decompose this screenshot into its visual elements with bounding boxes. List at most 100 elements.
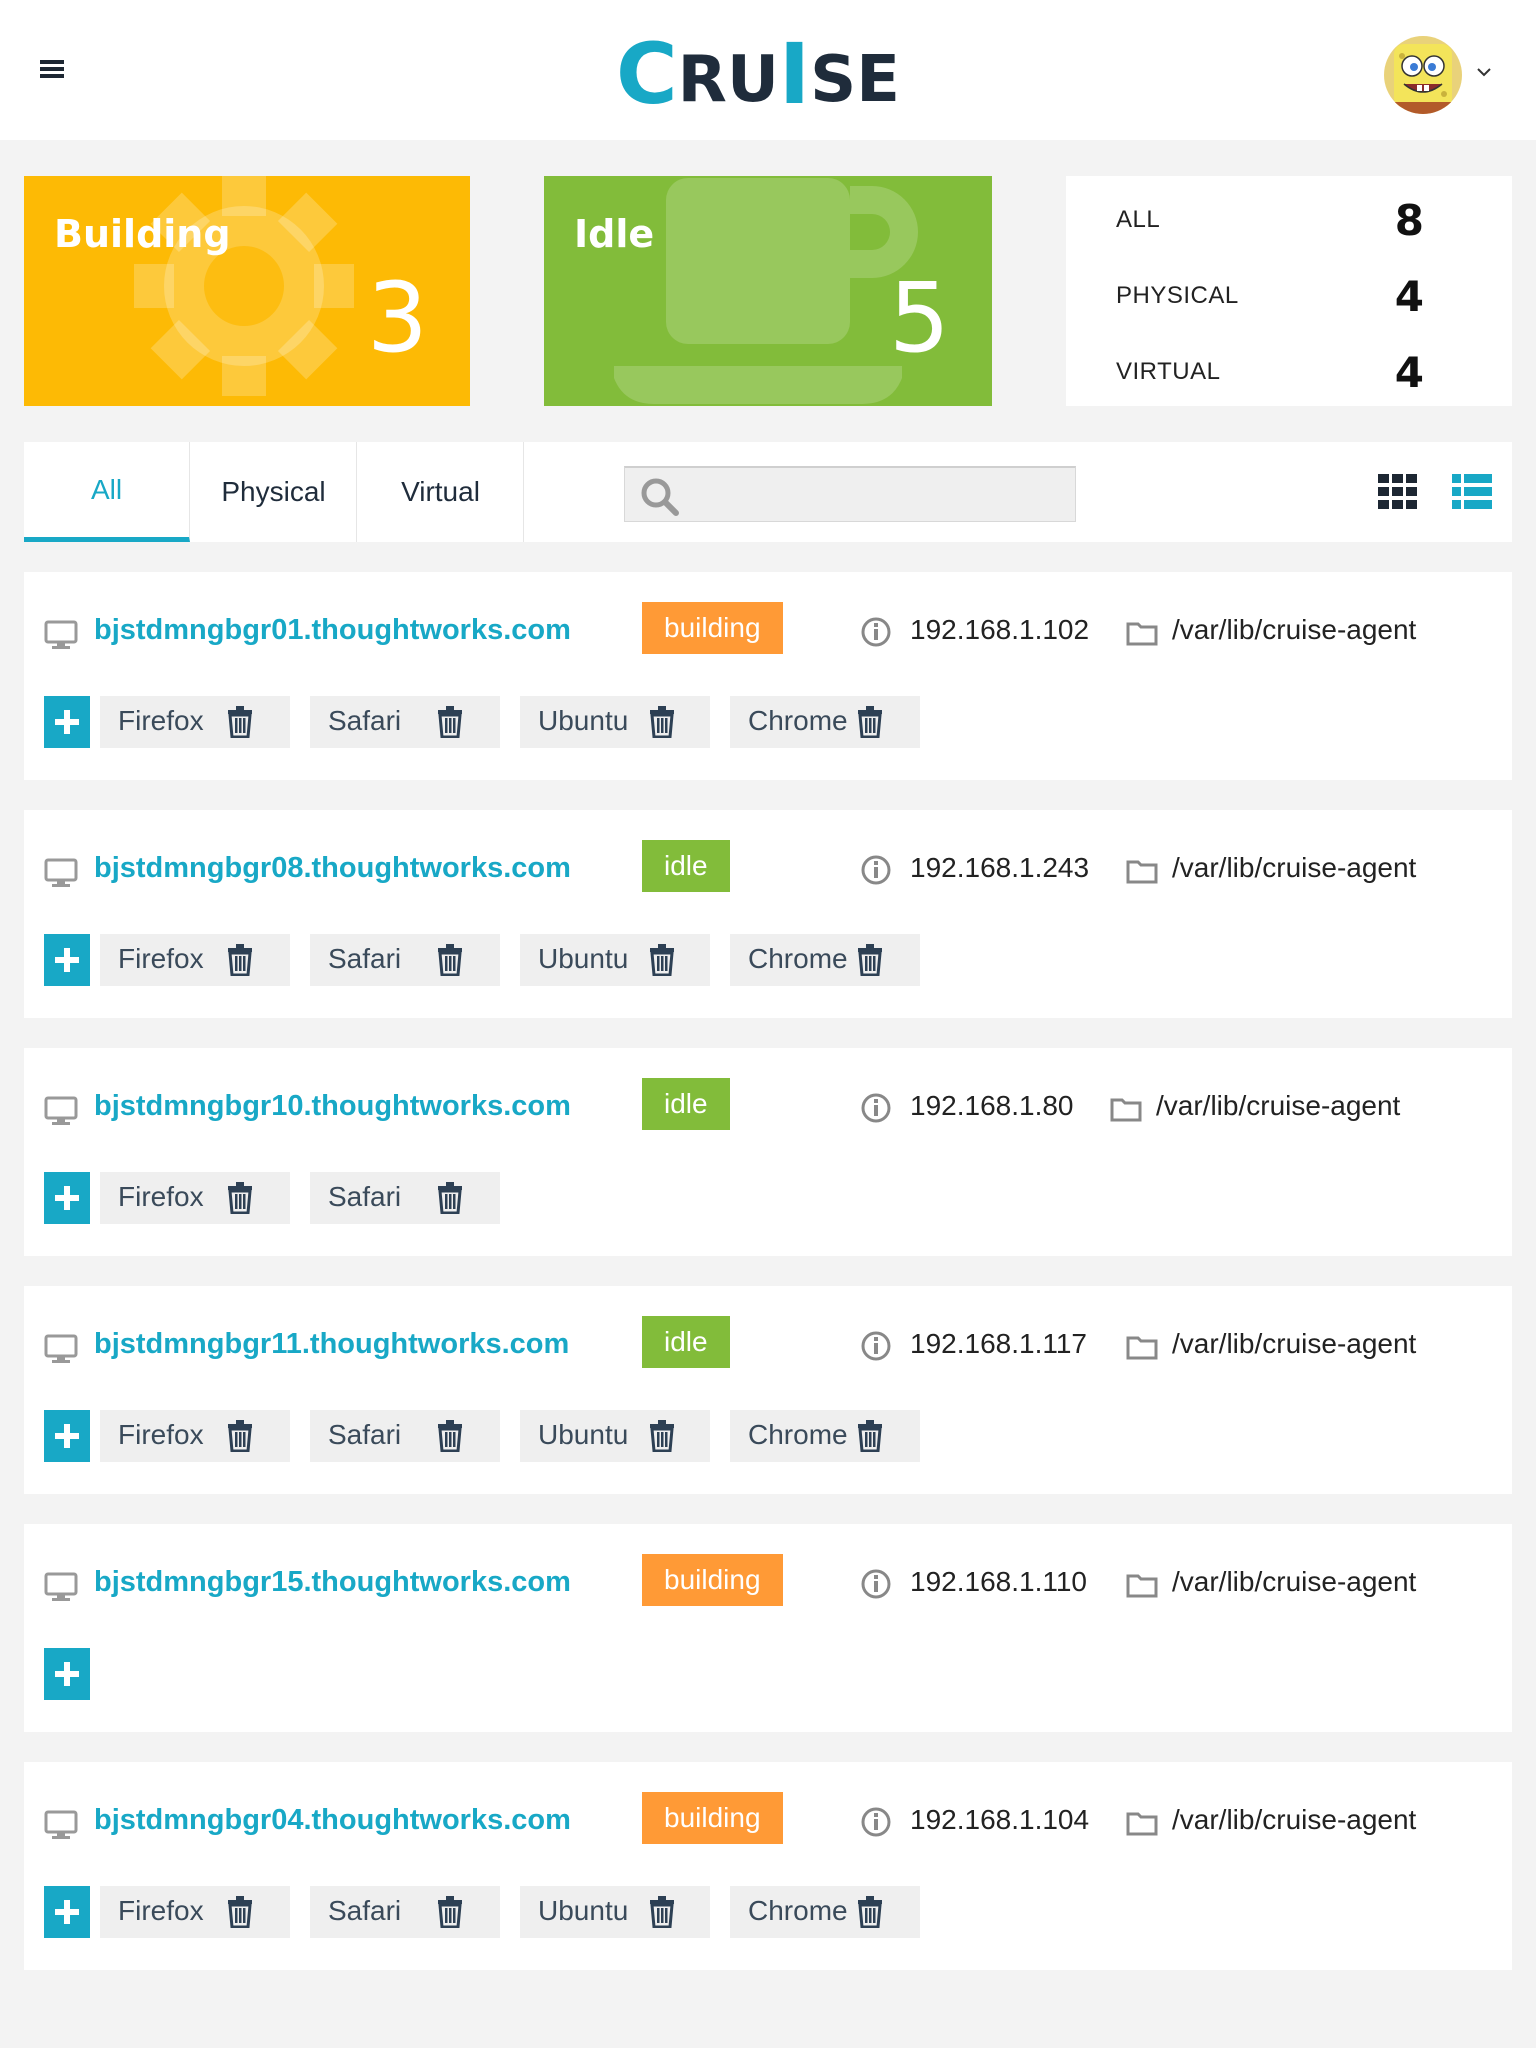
info-icon	[860, 1092, 892, 1128]
agent-hostname-link[interactable]: bjstdmngbgr04.thoughtworks.com	[94, 1804, 571, 1837]
trash-icon[interactable]	[226, 706, 254, 745]
resources-row: Firefox Safari Ubuntu Chrome	[44, 696, 1484, 748]
summary-value: 4	[1394, 272, 1424, 321]
resources-row: Firefox Safari	[44, 1172, 1484, 1224]
list-view-icon[interactable]	[1452, 474, 1492, 510]
folder-icon	[1110, 1096, 1142, 1126]
agent-hostname-link[interactable]: bjstdmngbgr08.thoughtworks.com	[94, 852, 571, 885]
info-icon	[860, 854, 892, 890]
building-label: Building	[54, 212, 231, 256]
resources-row: Firefox Safari Ubuntu Chrome	[44, 934, 1484, 986]
add-resource-button[interactable]	[44, 1172, 90, 1224]
summary-key: ALL	[1116, 206, 1161, 233]
logo-letters-ru: RU	[677, 43, 779, 117]
trash-icon[interactable]	[648, 1896, 676, 1935]
trash-icon[interactable]	[436, 944, 464, 983]
trash-icon[interactable]	[856, 1420, 884, 1459]
resource-label: Safari	[328, 1419, 402, 1450]
agent-card: bjstdmngbgr08.thoughtworks.com idle 192.16…	[24, 810, 1512, 1018]
tab-physical[interactable]: Physical	[191, 442, 357, 542]
status-badge: idle	[642, 1316, 730, 1368]
tab-virtual[interactable]: Virtual	[358, 442, 524, 542]
add-resource-button[interactable]	[44, 1410, 90, 1462]
agent-ip: 192.168.1.80	[910, 1090, 1074, 1121]
resource-label: Safari	[328, 943, 402, 974]
resource-tag: Firefox	[100, 1172, 290, 1224]
info-icon	[860, 1806, 892, 1842]
agent-card: bjstdmngbgr11.thoughtworks.com idle 192.16…	[24, 1286, 1512, 1494]
resource-tag: Firefox	[100, 1886, 290, 1938]
agent-card: bjstdmngbgr04.thoughtworks.com building 19…	[24, 1762, 1512, 1970]
agent-path: /var/lib/cruise-agent	[1172, 614, 1417, 645]
user-avatar[interactable]	[1384, 36, 1462, 114]
trash-icon[interactable]	[226, 1420, 254, 1459]
folder-icon	[1126, 1810, 1158, 1840]
resource-label: Safari	[328, 705, 402, 736]
trash-icon[interactable]	[436, 1896, 464, 1935]
resource-label: Ubuntu	[538, 1419, 629, 1450]
trash-icon[interactable]	[436, 1420, 464, 1459]
monitor-icon	[44, 620, 78, 654]
resource-label: Ubuntu	[538, 1895, 629, 1926]
chevron-down-icon[interactable]	[1476, 64, 1492, 80]
idle-count: 5	[888, 262, 950, 374]
grid-view-icon[interactable]	[1378, 474, 1418, 510]
building-count: 3	[366, 262, 428, 374]
resource-label: Firefox	[118, 943, 204, 974]
trash-icon[interactable]	[856, 944, 884, 983]
search-icon	[641, 478, 679, 516]
trash-icon[interactable]	[856, 706, 884, 745]
agent-ip: 192.168.1.110	[910, 1566, 1087, 1597]
hamburger-menu-icon[interactable]	[40, 58, 66, 82]
trash-icon[interactable]	[648, 706, 676, 745]
search-input[interactable]	[695, 476, 1055, 514]
agent-hostname-link[interactable]: bjstdmngbgr01.thoughtworks.com	[94, 614, 571, 647]
resource-label: Chrome	[748, 1895, 848, 1926]
agent-header-row: bjstdmngbgr10.thoughtworks.com idle 192.16…	[44, 1078, 1484, 1138]
monitor-icon	[44, 1096, 78, 1130]
trash-icon[interactable]	[856, 1896, 884, 1935]
resource-label: Chrome	[748, 1419, 848, 1450]
summary-row-virtual: VIRTUAL 4	[1116, 346, 1456, 397]
folder-icon	[1126, 620, 1158, 650]
tab-all[interactable]: All	[24, 442, 190, 542]
add-resource-button[interactable]	[44, 934, 90, 986]
trash-icon[interactable]	[648, 1420, 676, 1459]
trash-icon[interactable]	[436, 706, 464, 745]
status-badge: idle	[642, 840, 730, 892]
resource-label: Chrome	[748, 705, 848, 736]
agent-hostname-link[interactable]: bjstdmngbgr11.thoughtworks.com	[94, 1328, 569, 1361]
agent-header-row: bjstdmngbgr01.thoughtworks.com building 19…	[44, 602, 1484, 662]
agent-hostname-link[interactable]: bjstdmngbgr15.thoughtworks.com	[94, 1566, 571, 1599]
resource-tag: Chrome	[730, 1410, 920, 1462]
agent-hostname-link[interactable]: bjstdmngbgr10.thoughtworks.com	[94, 1090, 571, 1123]
trash-icon[interactable]	[648, 944, 676, 983]
agent-path: /var/lib/cruise-agent	[1172, 1804, 1417, 1835]
resource-tag: Chrome	[730, 1886, 920, 1938]
agent-header-row: bjstdmngbgr08.thoughtworks.com idle 192.16…	[44, 840, 1484, 900]
agent-ip: 192.168.1.117	[910, 1328, 1087, 1359]
agent-header-row: bjstdmngbgr04.thoughtworks.com building 19…	[44, 1792, 1484, 1852]
trash-icon[interactable]	[436, 1182, 464, 1221]
building-stat-tile[interactable]: Building 3	[24, 176, 470, 406]
trash-icon[interactable]	[226, 944, 254, 983]
summary-value: 4	[1394, 348, 1424, 397]
trash-icon[interactable]	[226, 1896, 254, 1935]
agent-path: /var/lib/cruise-agent	[1172, 1566, 1417, 1597]
agent-path: /var/lib/cruise-agent	[1172, 852, 1417, 883]
agent-header-row: bjstdmngbgr15.thoughtworks.com building 19…	[44, 1554, 1484, 1614]
logo-letter-i: I	[778, 25, 811, 123]
add-resource-button[interactable]	[44, 1648, 90, 1700]
resource-label: Firefox	[118, 1895, 204, 1926]
top-header: C RU I SE	[0, 0, 1536, 140]
add-resource-button[interactable]	[44, 696, 90, 748]
add-resource-button[interactable]	[44, 1886, 90, 1938]
app-logo: C RU I SE	[616, 24, 900, 116]
trash-icon[interactable]	[226, 1182, 254, 1221]
resource-label: Safari	[328, 1895, 402, 1926]
summary-key: PHYSICAL	[1116, 282, 1239, 309]
gear-icon	[134, 176, 354, 396]
status-badge: idle	[642, 1078, 730, 1130]
idle-stat-tile[interactable]: Idle 5	[544, 176, 992, 406]
folder-icon	[1126, 1334, 1158, 1364]
